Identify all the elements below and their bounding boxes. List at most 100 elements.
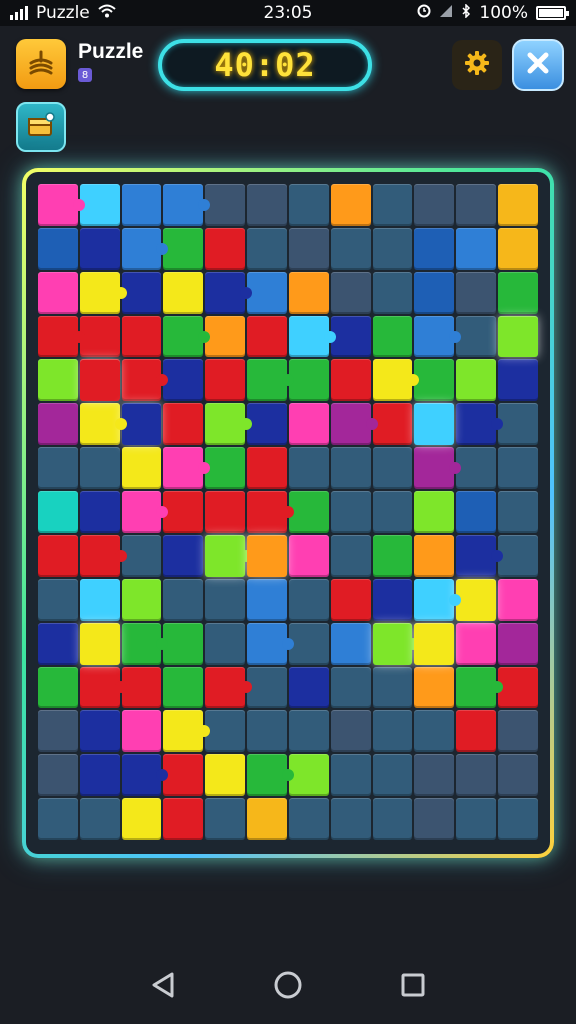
puzzle-piece[interactable]	[498, 491, 538, 533]
back-button[interactable]	[143, 967, 183, 1007]
puzzle-piece[interactable]	[456, 578, 497, 621]
puzzle-piece[interactable]	[247, 534, 287, 577]
puzzle-piece[interactable]	[205, 315, 246, 358]
puzzle-piece[interactable]	[205, 710, 246, 753]
puzzle-piece[interactable]	[372, 534, 413, 577]
puzzle-piece[interactable]	[79, 710, 120, 753]
puzzle-piece[interactable]	[247, 798, 287, 840]
puzzle-piece[interactable]	[288, 359, 329, 402]
puzzle-piece[interactable]	[498, 578, 538, 621]
puzzle-piece[interactable]	[414, 359, 455, 402]
puzzle-piece[interactable]	[372, 710, 413, 753]
puzzle-piece[interactable]	[414, 491, 455, 533]
puzzle-piece[interactable]	[288, 271, 329, 314]
puzzle-piece[interactable]	[205, 622, 246, 665]
settings-button[interactable]	[452, 40, 502, 90]
puzzle-piece[interactable]	[330, 754, 371, 797]
puzzle-piece[interactable]	[288, 447, 329, 490]
puzzle-piece[interactable]	[38, 315, 85, 358]
puzzle-piece[interactable]	[414, 403, 455, 446]
puzzle-piece[interactable]	[414, 578, 462, 621]
puzzle-piece[interactable]	[330, 666, 371, 709]
puzzle-piece[interactable]	[247, 447, 287, 490]
puzzle-piece[interactable]	[205, 184, 246, 226]
puzzle-piece[interactable]	[205, 359, 246, 402]
puzzle-app-icon[interactable]	[16, 39, 66, 89]
puzzle-piece[interactable]	[372, 622, 420, 665]
puzzle-piece[interactable]	[38, 491, 78, 533]
puzzle-piece[interactable]	[121, 403, 162, 446]
puzzle-piece[interactable]	[288, 710, 329, 753]
puzzle-piece[interactable]	[79, 359, 120, 402]
puzzle-piece[interactable]	[79, 534, 127, 577]
puzzle-piece[interactable]	[79, 666, 127, 709]
puzzle-piece[interactable]	[163, 666, 204, 709]
puzzle-piece[interactable]	[79, 491, 120, 533]
puzzle-piece[interactable]	[498, 359, 538, 402]
puzzle-piece[interactable]	[330, 534, 371, 577]
puzzle-piece[interactable]	[163, 447, 211, 490]
puzzle-piece[interactable]	[456, 271, 497, 314]
puzzle-piece[interactable]	[372, 315, 413, 358]
puzzle-piece[interactable]	[247, 359, 294, 402]
puzzle-piece[interactable]	[38, 622, 78, 665]
puzzle-piece[interactable]	[498, 403, 538, 446]
puzzle-piece[interactable]	[414, 798, 455, 840]
puzzle-piece[interactable]	[288, 622, 329, 665]
puzzle-piece[interactable]	[163, 491, 204, 533]
puzzle-piece[interactable]	[38, 271, 78, 314]
puzzle-piece[interactable]	[163, 359, 204, 402]
puzzle-piece[interactable]	[79, 447, 120, 490]
puzzle-piece[interactable]	[121, 754, 169, 797]
puzzle-piece[interactable]	[372, 447, 413, 490]
puzzle-piece[interactable]	[498, 754, 538, 797]
puzzle-piece[interactable]	[372, 578, 413, 621]
inventory-button[interactable]	[16, 102, 66, 152]
puzzle-piece[interactable]	[414, 227, 455, 270]
puzzle-piece[interactable]	[247, 315, 287, 358]
puzzle-piece[interactable]	[456, 534, 504, 577]
puzzle-piece[interactable]	[330, 184, 371, 226]
puzzle-piece[interactable]	[205, 534, 253, 577]
puzzle-piece[interactable]	[247, 271, 287, 314]
puzzle-piece[interactable]	[247, 754, 294, 797]
puzzle-piece[interactable]	[372, 491, 413, 533]
puzzle-piece[interactable]	[247, 578, 287, 621]
puzzle-piece[interactable]	[163, 184, 211, 226]
puzzle-piece[interactable]	[38, 754, 78, 797]
puzzle-piece[interactable]	[163, 754, 204, 797]
puzzle-piece[interactable]	[498, 184, 538, 226]
puzzle-piece[interactable]	[330, 403, 378, 446]
puzzle-piece[interactable]	[163, 227, 204, 270]
puzzle-piece[interactable]	[498, 447, 538, 490]
puzzle-piece[interactable]	[163, 534, 204, 577]
puzzle-piece[interactable]	[121, 622, 169, 665]
puzzle-piece[interactable]	[121, 666, 162, 709]
puzzle-piece[interactable]	[205, 666, 253, 709]
puzzle-piece[interactable]	[498, 271, 538, 314]
puzzle-piece[interactable]	[247, 227, 287, 270]
puzzle-piece[interactable]	[288, 315, 336, 358]
recents-button[interactable]	[393, 967, 433, 1007]
puzzle-piece[interactable]	[79, 754, 120, 797]
puzzle-piece[interactable]	[456, 447, 497, 490]
puzzle-piece[interactable]	[456, 666, 504, 709]
puzzle-piece[interactable]	[247, 184, 287, 226]
puzzle-piece[interactable]	[163, 271, 204, 314]
puzzle-piece[interactable]	[288, 754, 329, 797]
puzzle-piece[interactable]	[456, 622, 497, 665]
puzzle-piece[interactable]	[38, 403, 78, 446]
puzzle-piece[interactable]	[456, 754, 497, 797]
puzzle-piece[interactable]	[414, 184, 455, 226]
puzzle-piece[interactable]	[456, 403, 504, 446]
puzzle-piece[interactable]	[121, 710, 162, 753]
puzzle-piece[interactable]	[163, 315, 211, 358]
puzzle-piece[interactable]	[38, 184, 85, 226]
puzzle-piece[interactable]	[121, 578, 162, 621]
puzzle-piece[interactable]	[372, 798, 413, 840]
puzzle-piece[interactable]	[498, 798, 538, 840]
puzzle-piece[interactable]	[288, 184, 329, 226]
puzzle-piece[interactable]	[330, 359, 371, 402]
puzzle-piece[interactable]	[247, 710, 287, 753]
puzzle-piece[interactable]	[498, 710, 538, 753]
